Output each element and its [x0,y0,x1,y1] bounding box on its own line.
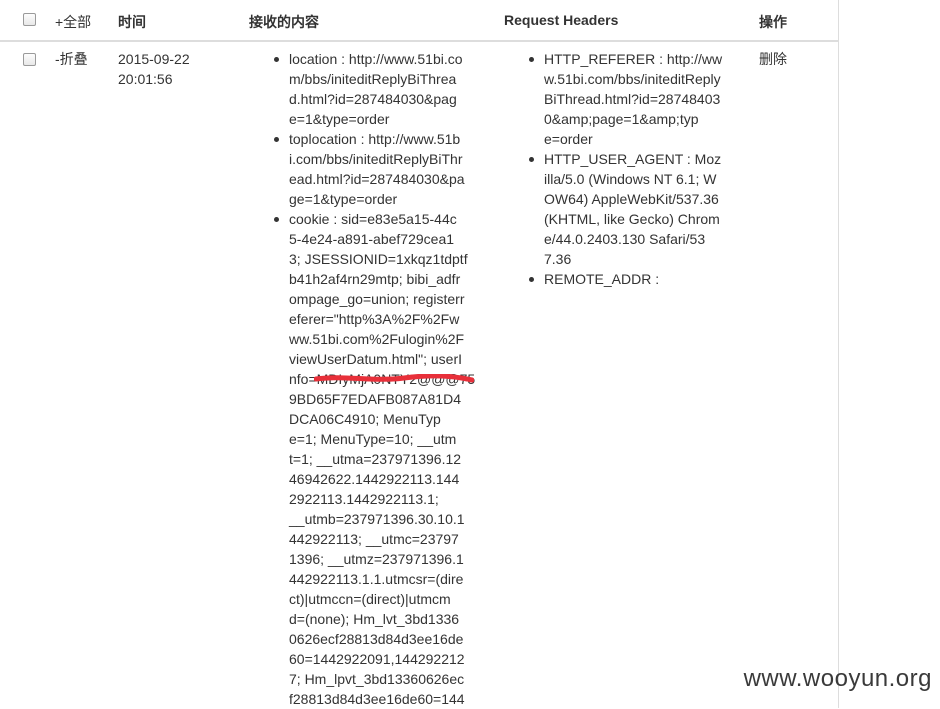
bullet-icon [274,57,279,62]
redaction-scribble [314,374,474,383]
list-item-line: d=(none); Hm_lvt_3bd1336 [289,611,460,627]
row-date: 2015-09-22 [118,51,190,67]
content-item: location : http://www.51bi.co m/bbs/inite… [274,49,475,129]
list-item-line: ww.51bi.com%2Fulogin%2F [289,331,465,347]
list-item-line: eferer="http%3A%2F%2Fw [289,311,460,327]
list-item-line: ompage_go=union; registerr [289,291,465,307]
bullet-icon [529,57,534,62]
list-item-line: (KHTML, like Gecko) Chrom [544,211,720,227]
list-item-line: cookie : sid=e83e5a15-44c [289,211,457,227]
column-header-action: 操作 [759,14,787,30]
list-item-line: f28813d84d3ee16de60=144 [289,691,465,707]
list-item-line: m/bbs/initeditReplyBiThrea [289,71,457,87]
list-item-line: d.html?id=287484030&pag [289,91,457,107]
collapse-toggle[interactable]: -折叠 [55,49,88,69]
list-item-line: 7.36 [544,251,572,267]
row-clock: 20:01:56 [118,71,173,87]
bullet-icon [529,157,534,162]
header-item: HTTP_REFERER : http://ww w.51bi.com/bbs/i… [529,49,723,149]
list-item-line: __utmb=237971396.30.10.1 [289,511,465,527]
content-item: toplocation : http://www.51b i.com/bbs/in… [274,129,475,209]
list-item-line: 0626ecf28813d84d3ee16de [289,631,464,647]
list-item-line: 2922113.1442922113.1; [289,491,439,507]
list-item-line: e=order [544,131,593,147]
row-select-checkbox[interactable] [23,53,36,66]
header-item: REMOTE_ADDR : [529,269,722,289]
expand-all-toggle[interactable]: +全部 [55,12,91,32]
results-table: +全部 时间 接收的内容 Request Headers 操作 -折叠 2015… [0,0,839,708]
list-item-line: 1396; __utmz=237971396.1 [289,551,464,567]
column-header-time: 时间 [118,14,146,30]
list-item-line: location : http://www.51bi.co [289,51,463,67]
list-item-line: ct)|utmccn=(direct)|utmcm [289,591,451,607]
list-item-line: BiThread.html?id=28748403 [544,91,721,107]
list-item-line: 9BD65F7EDAFB087A81D4 [289,391,461,407]
list-item-line: e=1; MenuType=10; __utm [289,431,457,447]
list-item-line: 60=1442922091,144292212 [289,651,465,667]
list-item-line: 46942622.1442922113.144 [289,471,460,487]
list-item-line: 3; JSESSIONID=1xkqz1tdptf [289,251,468,267]
list-item-line: OW64) AppleWebKit/537.36 [544,191,719,207]
list-item-line: illa/5.0 (Windows NT 6.1; W [544,171,717,187]
list-item-line: 0&amp;page=1&amp;typ [544,111,699,127]
select-all-checkbox[interactable] [23,13,36,26]
list-item-line: e=1&type=order [289,111,390,127]
request-headers-list: HTTP_REFERER : http://ww w.51bi.com/bbs/i… [529,49,723,289]
list-item-line: e/44.0.2403.130 Safari/53 [544,231,706,247]
bullet-icon [529,277,534,282]
content-item: cookie : sid=e83e5a15-44c 5-4e24-a891-abe… [274,209,475,709]
list-item-line: REMOTE_ADDR : [544,271,660,287]
list-item-line: ead.html?id=287484030&pa [289,171,465,187]
list-item-line: viewUserDatum.html"; userI [289,351,463,367]
list-item-line: i.com/bbs/initeditReplyBiThr [289,151,463,167]
column-header-request-headers: Request Headers [504,12,619,28]
column-header-content: 接收的内容 [249,14,319,30]
delete-link[interactable]: 删除 [759,49,787,69]
header-item: HTTP_USER_AGENT : Moz illa/5.0 (Windows N… [529,149,722,269]
list-item-line: 442922113.1.1.utmcsr=(dire [289,571,464,587]
site-watermark: www.wooyun.org [743,665,932,692]
list-item-line: b41h2af4rn29mtp; bibi_adfr [289,271,461,287]
list-item-line: toplocation : http://www.51b [289,131,461,147]
list-item-line: t=1; __utma=237971396.12 [289,451,462,467]
bullet-icon [274,137,279,142]
list-item-line: 442922113; __utmc=23797 [289,531,459,547]
row-time: 2015-09-22 20:01:56 [118,49,190,89]
list-item-line: 5-4e24-a891-abef729cea1 [289,231,455,247]
list-item-line: w.51bi.com/bbs/initeditReply [544,71,721,87]
list-item-line: DCA06C4910; MenuTyp [289,411,441,427]
list-item-line: ge=1&type=order [289,191,398,207]
list-item-line: HTTP_USER_AGENT : Moz [544,151,722,167]
list-item-line: 7; Hm_lpvt_3bd13360626ec [289,671,465,687]
bullet-icon [274,217,279,222]
list-item-line: HTTP_REFERER : http://ww [544,51,723,67]
table-header-row: +全部 时间 接收的内容 Request Headers 操作 [0,0,838,42]
